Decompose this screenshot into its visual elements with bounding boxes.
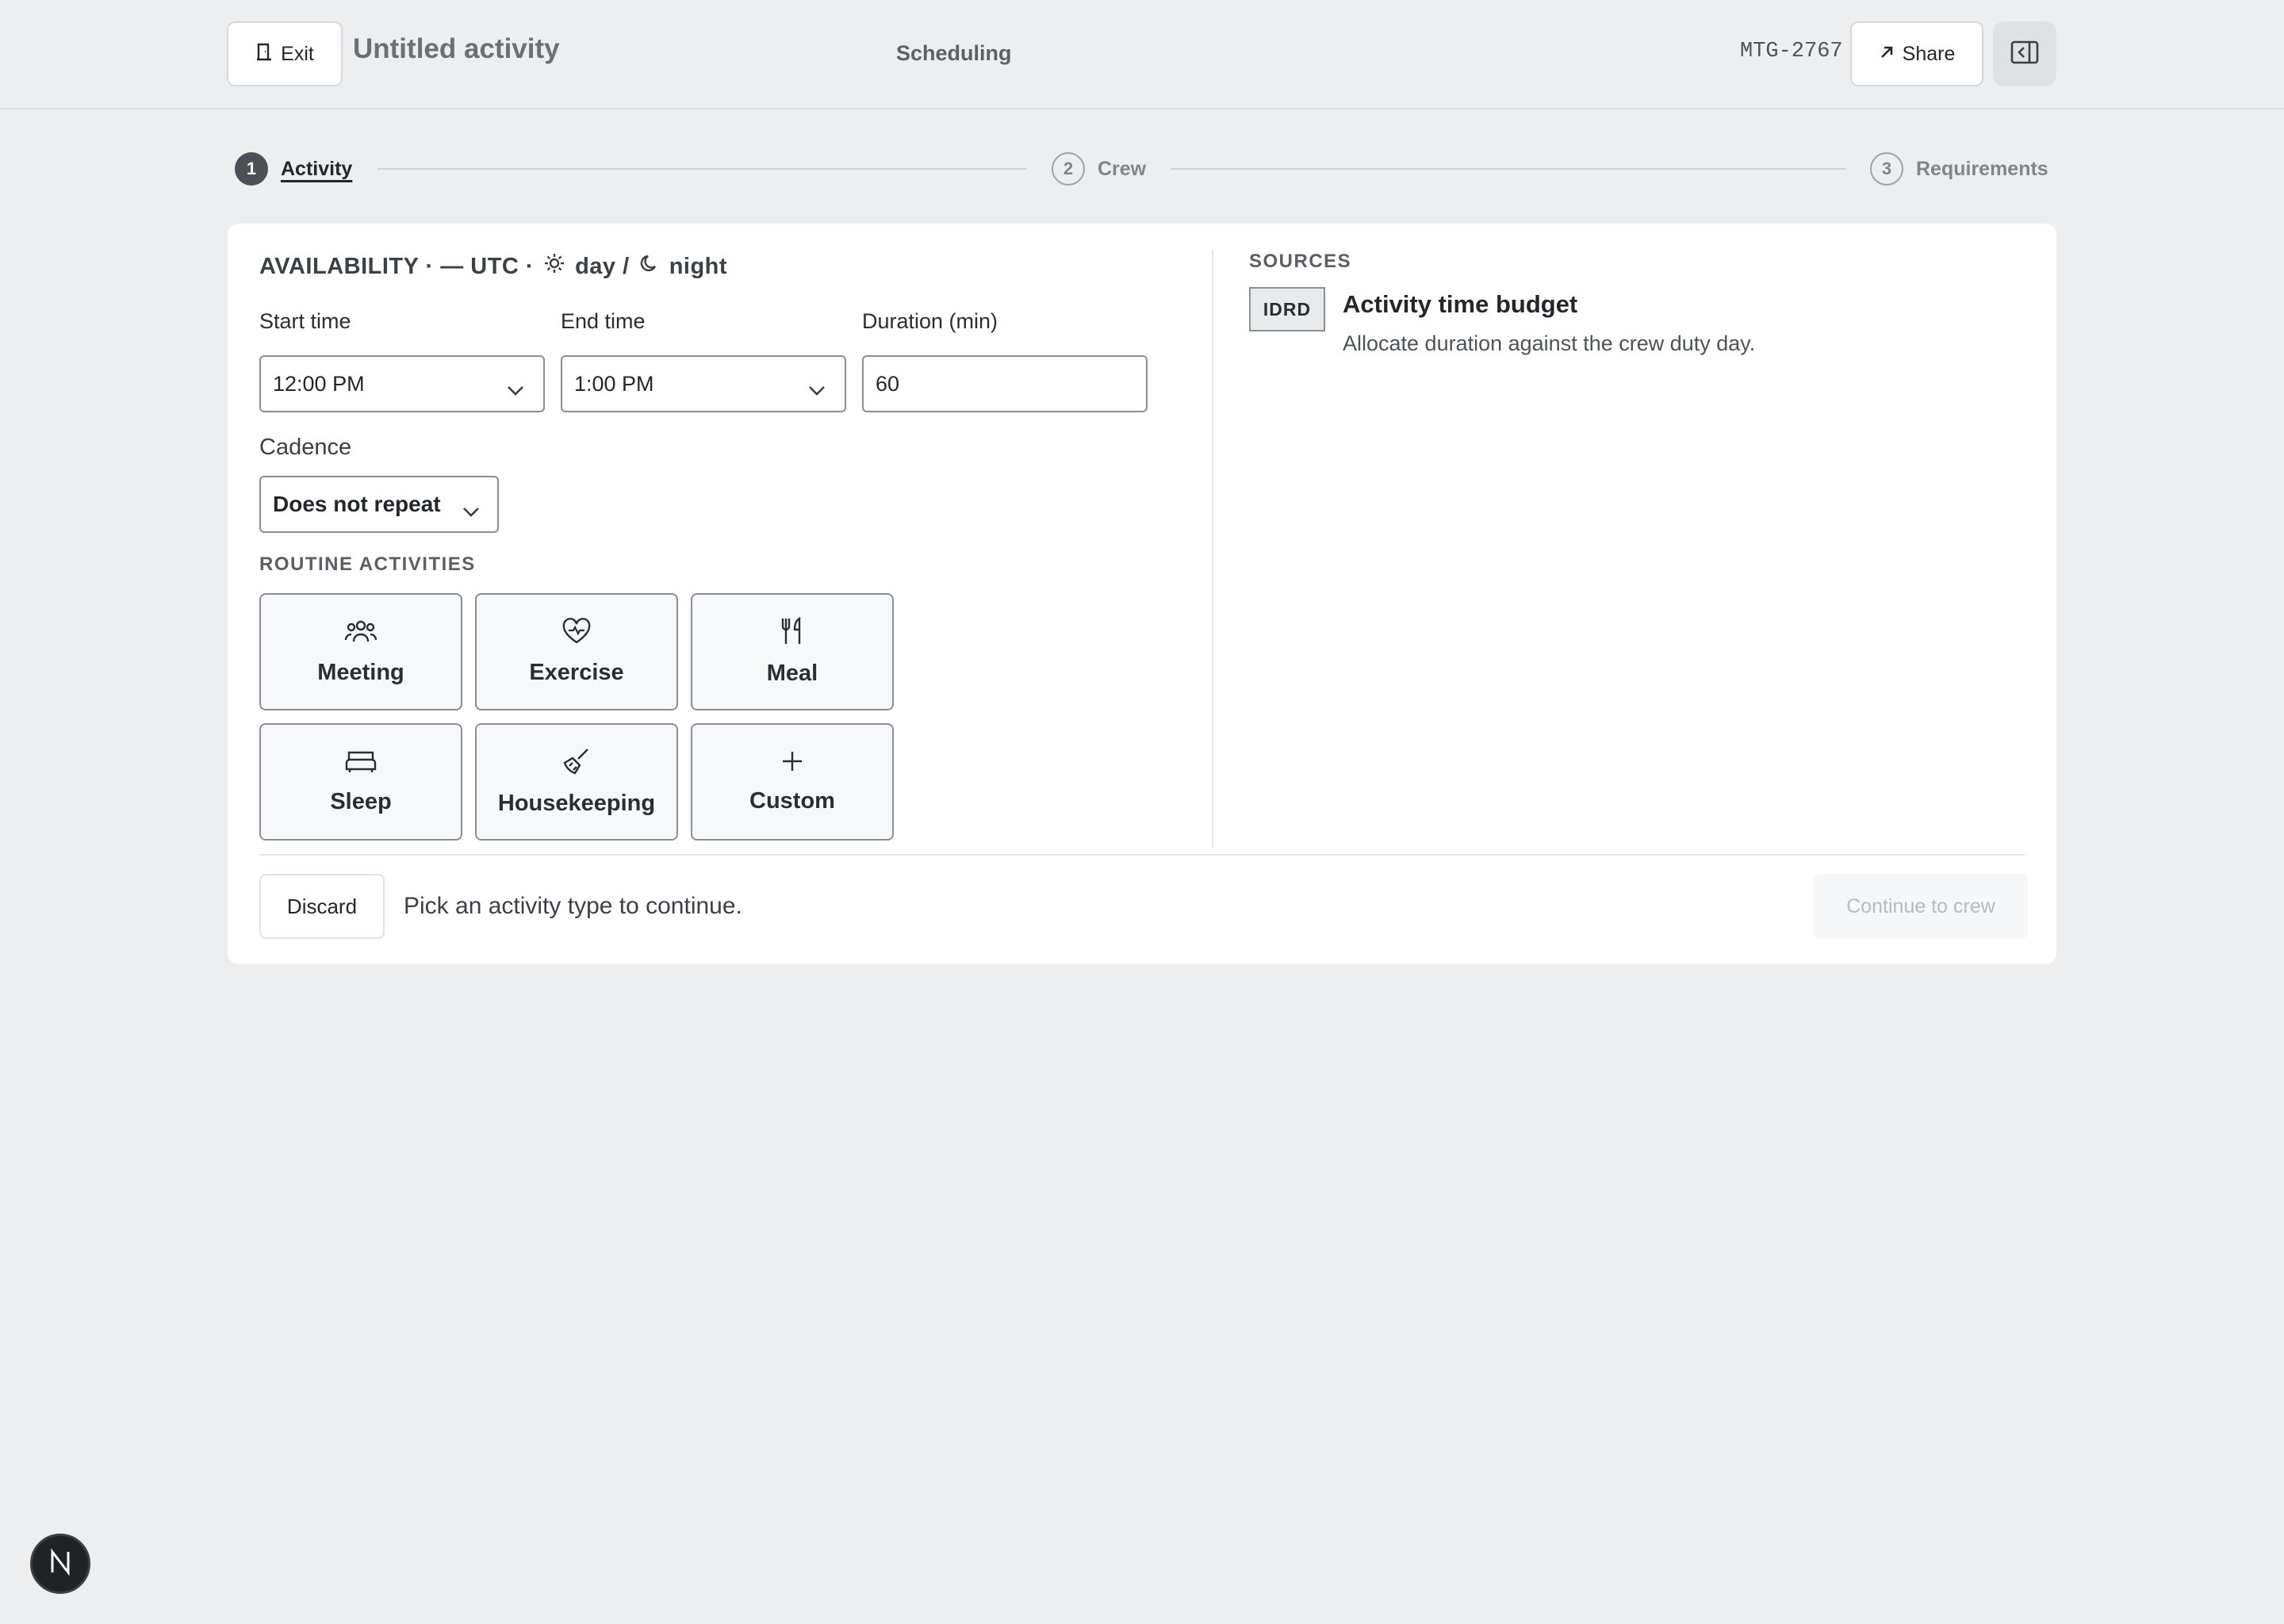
assistant-fab[interactable] <box>30 1534 90 1594</box>
step-number: 1 <box>235 152 268 186</box>
routine-activities-heading: ROUTINE ACTIVITIES <box>259 553 476 575</box>
chevron-down-icon <box>462 498 480 523</box>
availability-prefix: AVAILABILITY · — UTC · <box>259 253 535 279</box>
broom-icon <box>562 747 591 779</box>
duration-input[interactable]: 60 <box>862 355 1148 412</box>
step-connector <box>377 168 1026 170</box>
tile-label: Exercise <box>529 660 624 685</box>
activity-card: AVAILABILITY · — UTC · day / night Start… <box>228 224 2056 964</box>
sun-icon <box>543 252 565 281</box>
activity-tile-meeting[interactable]: Meeting <box>259 593 462 710</box>
footer-divider <box>259 854 2025 856</box>
tile-label: Meal <box>766 661 818 686</box>
sources-heading: SOURCES <box>1249 251 1352 272</box>
moon-icon <box>639 253 660 280</box>
page-title[interactable]: Untitled activity <box>353 33 560 65</box>
activity-code: MTG-2767 <box>1740 40 1843 63</box>
plus-icon <box>780 749 804 777</box>
section-name: Scheduling <box>896 41 1012 65</box>
step-requirements[interactable]: 3 Requirements <box>1870 151 2048 187</box>
night-label: night <box>669 253 728 279</box>
step-number: 3 <box>1870 152 1903 186</box>
activity-tile-custom[interactable]: Custom <box>691 723 894 841</box>
tile-label: Housekeeping <box>497 791 656 816</box>
activity-tile-housekeeping[interactable]: Housekeeping <box>475 723 678 841</box>
stepper: 1 Activity 2 Crew 3 Requirements <box>233 151 2049 187</box>
start-time-value: 12:00 PM <box>273 371 365 396</box>
exit-button[interactable]: Exit <box>227 21 343 86</box>
start-time-select[interactable]: 12:00 PM <box>259 355 545 412</box>
end-time-value: 1:00 PM <box>574 371 654 396</box>
end-time-select[interactable]: 1:00 PM <box>561 355 846 412</box>
column-divider <box>1212 251 1213 848</box>
tile-label: Custom <box>749 788 835 814</box>
exit-label: Exit <box>281 42 314 65</box>
end-time-label: End time <box>561 309 646 333</box>
source-description: Allocate duration against the crew duty … <box>1343 331 1756 355</box>
continue-to-crew-button[interactable]: Continue to crew <box>1814 874 2028 939</box>
tile-label: Meeting <box>317 660 404 685</box>
step-crew[interactable]: 2 Crew <box>1052 151 1146 187</box>
duration-label: Duration (min) <box>862 309 998 333</box>
duration-value: 60 <box>876 371 900 396</box>
step-label: Activity <box>281 157 353 180</box>
step-number: 2 <box>1052 152 1085 186</box>
step-label: Crew <box>1098 157 1147 180</box>
sidebar-collapse-icon <box>2010 40 2039 68</box>
day-label: day / <box>575 253 630 279</box>
arrow-up-right-icon <box>1879 43 1895 66</box>
source-badge: IDRD <box>1249 287 1325 331</box>
discard-button[interactable]: Discard <box>259 874 385 939</box>
share-button[interactable]: Share <box>1850 21 1983 86</box>
top-bar: Exit Untitled activity Scheduling MTG-27… <box>0 0 2284 109</box>
n-logo-icon <box>47 1548 74 1580</box>
tile-label: Sleep <box>330 789 392 814</box>
start-time-label: Start time <box>259 309 351 333</box>
step-label: Requirements <box>1916 157 2048 180</box>
footer-hint: Pick an activity type to continue. <box>404 893 742 919</box>
step-connector <box>1171 168 1846 170</box>
activity-tile-meal[interactable]: Meal <box>691 593 894 710</box>
share-label: Share <box>1902 42 1956 65</box>
chevron-down-icon <box>808 377 826 402</box>
toggle-panel-button[interactable] <box>1993 21 2056 86</box>
utensils-icon <box>779 616 806 649</box>
heart-pulse-icon <box>561 618 592 649</box>
availability-heading: AVAILABILITY · — UTC · day / night <box>259 252 727 281</box>
people-icon <box>344 618 377 649</box>
activity-tile-sleep[interactable]: Sleep <box>259 723 462 841</box>
source-title: Activity time budget <box>1343 290 1578 318</box>
activity-tile-exercise[interactable]: Exercise <box>475 593 678 710</box>
bed-icon <box>345 749 377 778</box>
cadence-label: Cadence <box>259 435 352 460</box>
step-activity[interactable]: 1 Activity <box>235 151 352 187</box>
door-icon <box>255 42 273 67</box>
chevron-down-icon <box>507 377 524 402</box>
cadence-select[interactable]: Does not repeat <box>259 476 499 533</box>
cadence-value: Does not repeat <box>273 492 441 516</box>
